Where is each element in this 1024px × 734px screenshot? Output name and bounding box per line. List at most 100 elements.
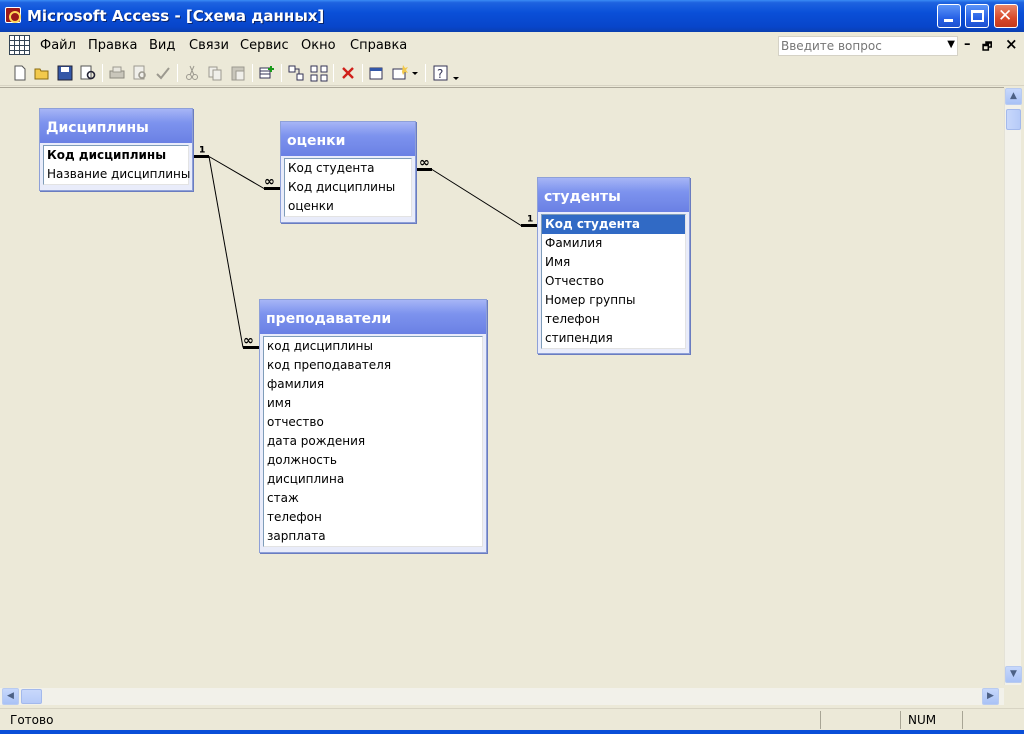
show-all-icon[interactable] bbox=[309, 63, 329, 83]
field-list[interactable]: Код студента Код дисциплины оценки bbox=[284, 158, 412, 217]
field-item[interactable]: Имя bbox=[542, 253, 685, 272]
relationship-line[interactable] bbox=[431, 169, 522, 226]
horizontal-scrollbar[interactable]: ◀ ▶ bbox=[0, 688, 1004, 705]
file-search-icon[interactable] bbox=[78, 63, 98, 83]
field-item[interactable]: отчество bbox=[264, 413, 482, 432]
help-icon[interactable]: ? bbox=[431, 63, 461, 83]
field-item[interactable]: Код дисциплины bbox=[44, 146, 188, 165]
table-grades[interactable]: оценки Код студента Код дисциплины оценки bbox=[280, 121, 416, 223]
field-list[interactable]: код дисциплины код преподавателя фамилия им… bbox=[263, 336, 483, 547]
vertical-scrollbar[interactable]: ▲ ▼ bbox=[1004, 88, 1022, 685]
relationship-line[interactable] bbox=[208, 156, 244, 348]
scroll-left-button[interactable]: ◀ bbox=[2, 688, 19, 705]
close-icon: ✕ bbox=[998, 6, 1013, 26]
field-item[interactable]: фамилия bbox=[264, 375, 482, 394]
table-title[interactable]: Дисциплины bbox=[40, 109, 192, 143]
copy-icon[interactable] bbox=[205, 63, 225, 83]
field-item[interactable]: Фамилия bbox=[542, 234, 685, 253]
help-question-box[interactable]: ▼ bbox=[778, 36, 958, 56]
menu-file[interactable]: Файл bbox=[40, 38, 76, 53]
minimize-icon bbox=[944, 19, 953, 22]
print-preview-icon[interactable] bbox=[130, 63, 150, 83]
title-bar[interactable]: Microsoft Access - [Схема данных] ✕ bbox=[0, 0, 1024, 32]
new-object-dropdown-icon[interactable] bbox=[390, 63, 420, 83]
field-list[interactable]: Код дисциплины Название дисциплины bbox=[43, 145, 190, 185]
status-text: Готово bbox=[10, 713, 54, 727]
toolbar-separator bbox=[177, 64, 178, 82]
scroll-up-button[interactable]: ▲ bbox=[1005, 88, 1022, 105]
relationships-canvas[interactable]: 1 ∞ 1 ∞ 1 ∞ Дисциплины Код дисциплины Название… bbox=[0, 87, 1004, 688]
toolbar-separator bbox=[333, 64, 334, 82]
field-item[interactable]: должность bbox=[264, 451, 482, 470]
field-item[interactable]: Номер группы bbox=[542, 291, 685, 310]
vertical-scroll-thumb[interactable] bbox=[1006, 109, 1021, 130]
table-teachers[interactable]: преподаватели код дисциплины код преподав… bbox=[259, 299, 487, 553]
menu-window[interactable]: Окно bbox=[301, 38, 336, 53]
maximize-icon bbox=[971, 10, 984, 22]
cardinality-many-label: ∞ bbox=[243, 334, 254, 349]
field-item[interactable]: зарплата bbox=[264, 527, 482, 546]
field-item[interactable]: телефон bbox=[264, 508, 482, 527]
open-icon[interactable] bbox=[32, 63, 52, 83]
status-divider bbox=[962, 711, 963, 729]
toolbar-separator bbox=[252, 64, 253, 82]
toolbar-separator bbox=[281, 64, 282, 82]
field-item[interactable]: стаж bbox=[264, 489, 482, 508]
field-item[interactable]: Код дисциплины bbox=[285, 178, 411, 197]
table-title[interactable]: студенты bbox=[538, 178, 689, 212]
delete-icon[interactable] bbox=[338, 63, 358, 83]
new-icon[interactable] bbox=[10, 63, 30, 83]
table-students[interactable]: студенты Код студента Фамилия Имя Отчество Н… bbox=[537, 177, 690, 354]
field-item[interactable]: Код студента bbox=[285, 159, 411, 178]
field-item[interactable]: стипендия bbox=[542, 329, 685, 348]
table-title[interactable]: преподаватели bbox=[260, 300, 486, 334]
menu-tools[interactable]: Сервис bbox=[240, 38, 289, 53]
field-item[interactable]: дисциплина bbox=[264, 470, 482, 489]
print-icon[interactable] bbox=[107, 63, 127, 83]
access-app-icon[interactable] bbox=[5, 7, 21, 23]
cardinality-one-label: 1 bbox=[199, 146, 205, 156]
mdi-minimize-button[interactable]: – bbox=[964, 37, 971, 52]
paste-icon[interactable] bbox=[228, 63, 248, 83]
svg-text:?: ? bbox=[437, 67, 443, 81]
field-item[interactable]: Код студента bbox=[542, 215, 685, 234]
show-table-icon[interactable] bbox=[257, 63, 277, 83]
relationship-line[interactable] bbox=[208, 156, 265, 189]
chevron-down-icon[interactable]: ▼ bbox=[947, 39, 955, 50]
window-bottom-edge bbox=[0, 730, 1024, 734]
field-item[interactable]: Название дисциплины bbox=[44, 165, 190, 184]
relationships-window-icon[interactable] bbox=[9, 35, 30, 55]
access-window: Microsoft Access - [Схема данных] ✕ Файл… bbox=[0, 0, 1024, 734]
cardinality-one-label: 1 bbox=[527, 215, 533, 225]
field-list[interactable]: Код студента Фамилия Имя Отчество Номер груп… bbox=[541, 214, 686, 349]
new-object-icon[interactable] bbox=[367, 63, 387, 83]
scrollbar-corner bbox=[1004, 688, 1024, 705]
mdi-restore-button[interactable]: 🗗 bbox=[982, 38, 992, 57]
field-item[interactable]: Отчество bbox=[542, 272, 685, 291]
field-item[interactable]: код преподавателя bbox=[264, 356, 482, 375]
field-item[interactable]: дата рождения bbox=[264, 432, 482, 451]
menu-view[interactable]: Вид bbox=[149, 38, 175, 53]
close-button[interactable]: ✕ bbox=[994, 4, 1018, 28]
field-item[interactable]: оценки bbox=[285, 197, 411, 216]
field-item[interactable]: имя bbox=[264, 394, 482, 413]
show-direct-icon[interactable] bbox=[286, 63, 306, 83]
scroll-right-button[interactable]: ▶ bbox=[982, 688, 999, 705]
table-disciplines[interactable]: Дисциплины Код дисциплины Название дисцип… bbox=[39, 108, 193, 191]
maximize-button[interactable] bbox=[965, 4, 989, 28]
menu-edit[interactable]: Правка bbox=[88, 38, 137, 53]
menu-relationships[interactable]: Связи bbox=[189, 38, 229, 53]
scroll-down-button[interactable]: ▼ bbox=[1005, 666, 1022, 683]
status-bar: Готово NUM bbox=[0, 708, 1024, 730]
field-item[interactable]: код дисциплины bbox=[264, 337, 482, 356]
spelling-icon[interactable] bbox=[153, 63, 173, 83]
horizontal-scroll-thumb[interactable] bbox=[21, 689, 42, 704]
help-question-input[interactable] bbox=[781, 38, 941, 54]
minimize-button[interactable] bbox=[937, 4, 961, 28]
field-item[interactable]: телефон bbox=[542, 310, 685, 329]
mdi-close-button[interactable]: × bbox=[1005, 35, 1018, 53]
menu-help[interactable]: Справка bbox=[350, 38, 407, 53]
cut-icon[interactable] bbox=[182, 63, 202, 83]
table-title[interactable]: оценки bbox=[281, 122, 415, 156]
save-icon[interactable] bbox=[55, 63, 75, 83]
